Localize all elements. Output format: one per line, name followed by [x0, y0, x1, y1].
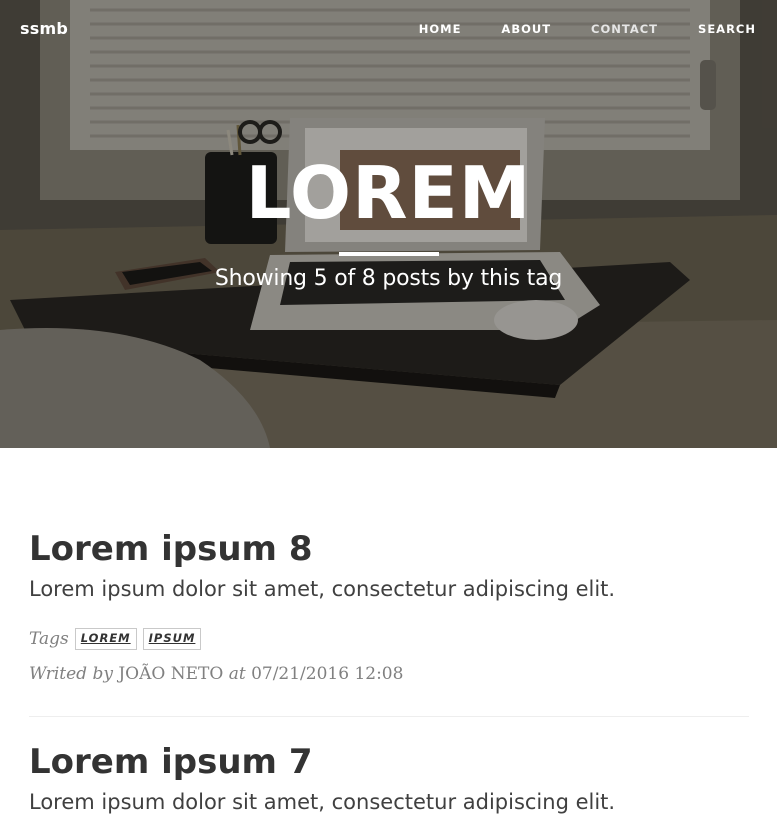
hero-heading-block: LOREM Showing 5 of 8 posts by this tag	[0, 150, 777, 291]
nav-contact-link[interactable]: CONTACT	[591, 22, 658, 36]
nav-search-link[interactable]: SEARCH	[698, 22, 756, 36]
post-title-link[interactable]: Lorem ipsum 8	[29, 528, 749, 570]
page-subtitle: Showing 5 of 8 posts by this tag	[214, 266, 563, 291]
post-tags: Tags LOREM IPSUM	[29, 628, 749, 650]
hero-header: ssmb HOME ABOUT CONTACT SEARCH LOREM Sho…	[0, 0, 777, 448]
brand-link[interactable]: ssmb	[20, 19, 68, 38]
hero-divider	[338, 252, 439, 256]
post-list: Lorem ipsum 8 Lorem ipsum dolor sit amet…	[29, 528, 749, 817]
page-title: LOREM	[245, 151, 532, 235]
post-excerpt: Lorem ipsum dolor sit amet, consectetur …	[29, 790, 616, 814]
tag-lorem-link[interactable]: LOREM	[74, 628, 137, 650]
post-title-link[interactable]: Lorem ipsum 7	[29, 741, 749, 783]
post-divider	[29, 716, 749, 717]
tag-ipsum-link[interactable]: IPSUM	[142, 628, 202, 650]
post-date: 07/21/2016 12:08	[251, 664, 404, 684]
post-author: JOÃO NETO	[118, 664, 224, 684]
post-excerpt: Lorem ipsum dolor sit amet, consectetur …	[29, 577, 616, 601]
byline-at: at	[228, 664, 246, 684]
post-preview: Lorem ipsum 7 Lorem ipsum dolor sit amet…	[29, 741, 749, 817]
post-byline: Writed by JOÃO NETO at 07/21/2016 12:08	[29, 664, 749, 684]
main-nav: HOME ABOUT CONTACT SEARCH	[379, 22, 756, 36]
nav-home-link[interactable]: HOME	[419, 22, 462, 36]
nav-about-link[interactable]: ABOUT	[501, 22, 551, 36]
post-preview: Lorem ipsum 8 Lorem ipsum dolor sit amet…	[29, 528, 749, 684]
byline-label: Writed by	[29, 664, 113, 684]
tags-label: Tags	[29, 629, 69, 649]
